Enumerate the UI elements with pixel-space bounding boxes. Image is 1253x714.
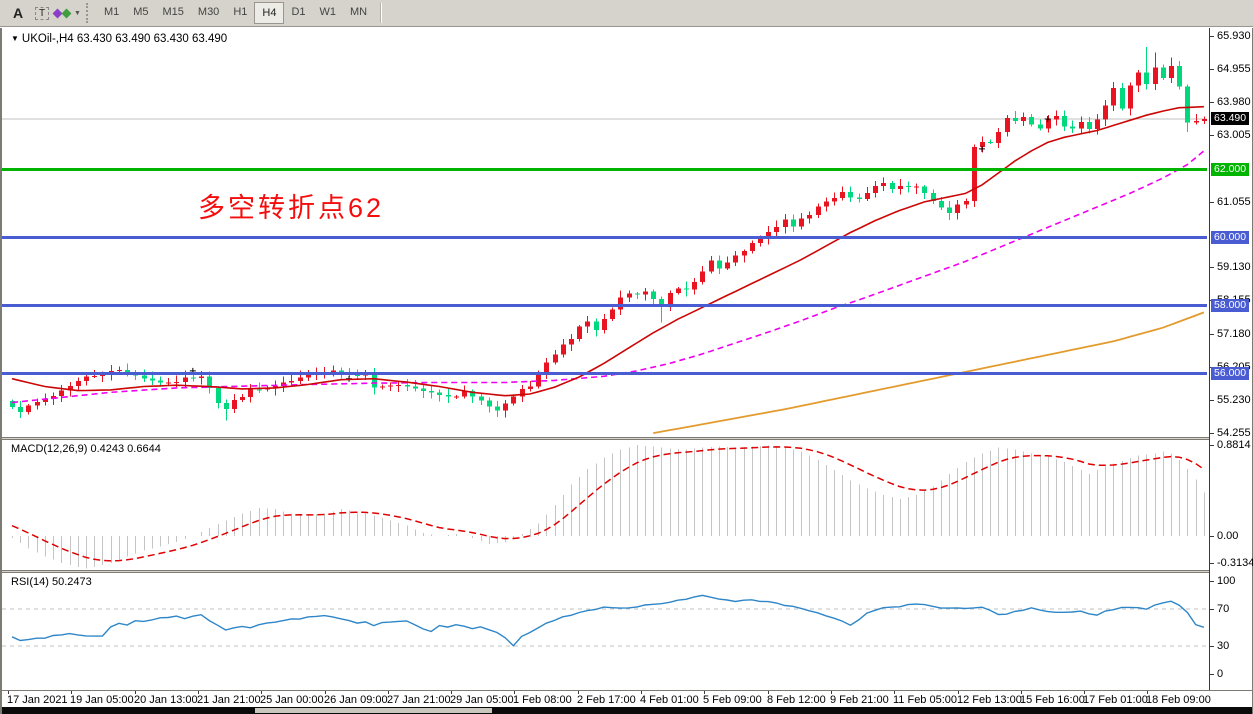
time-tick-label: 9 Feb 21:00 xyxy=(830,694,889,706)
label-tool-icon: T xyxy=(35,7,49,20)
price-badge-58.000: 58.000 xyxy=(1211,299,1249,312)
price-tick-label: 63.980 xyxy=(1217,96,1251,108)
timeframe-button-h1[interactable]: H1 xyxy=(226,2,254,22)
price-badge-62.000: 62.000 xyxy=(1211,163,1249,176)
axis-tick xyxy=(1210,536,1214,537)
price-pane[interactable] xyxy=(2,28,1209,437)
timeframe-button-mn[interactable]: MN xyxy=(343,2,374,22)
rsi-line xyxy=(12,595,1204,645)
axis-tick xyxy=(1210,581,1214,582)
toolbar-grip[interactable] xyxy=(86,3,90,23)
scrollbar-thumb[interactable] xyxy=(255,708,492,713)
timeframe-button-m15[interactable]: M15 xyxy=(156,2,191,22)
price-tick-label: 55.230 xyxy=(1217,394,1251,406)
rsi-label: RSI(14) 50.2473 xyxy=(11,576,92,588)
time-axis[interactable]: 17 Jan 202119 Jan 05:0020 Jan 13:0021 Ja… xyxy=(2,690,1252,707)
time-tick-label: 11 Feb 05:00 xyxy=(893,694,957,706)
macd-tick-label: -0.3134 xyxy=(1217,557,1253,569)
axis-tick xyxy=(1210,334,1214,335)
price-tick-label: 61.055 xyxy=(1217,196,1251,208)
macd-pane[interactable] xyxy=(2,440,1209,570)
macd-signal-line xyxy=(12,447,1204,561)
ma-red-line xyxy=(12,107,1204,396)
time-tick-label: 25 Jan 00:00 xyxy=(260,694,324,706)
time-tick-label: 2 Feb 17:00 xyxy=(577,694,636,706)
axis-tick xyxy=(1210,609,1214,610)
price-badge-60.000: 60.000 xyxy=(1211,231,1249,244)
macd-label: MACD(12,26,9) 0.4243 0.6644 xyxy=(11,443,161,455)
axis-tick xyxy=(1210,69,1214,70)
macd-histogram xyxy=(13,445,1205,568)
time-tick-label: 21 Jan 21:00 xyxy=(197,694,261,706)
timeframe-toolbar: M1M5M15M30H1H4D1W1MN xyxy=(97,2,374,24)
axis-tick xyxy=(1210,445,1214,446)
bottom-edge-strip xyxy=(2,707,1252,714)
shapes-tool-button[interactable]: ▼ xyxy=(54,3,81,24)
shape-diamond2-icon xyxy=(62,8,72,18)
label-tool-button[interactable]: T xyxy=(30,3,54,24)
time-tick-label: 20 Jan 13:00 xyxy=(134,694,198,706)
timeframe-button-m30[interactable]: M30 xyxy=(191,2,226,22)
chart-annotation-text: 多空转折点62 xyxy=(198,186,384,225)
rsi-tick-label: 0 xyxy=(1217,668,1223,680)
time-tick-label: 17 Jan 2021 xyxy=(7,694,68,706)
symbol-period-label: UKOil-,H4 xyxy=(22,33,74,45)
timeframe-button-m5[interactable]: M5 xyxy=(126,2,155,22)
chart-title: ▼UKOil-,H4 63.430 63.490 63.430 63.490 xyxy=(11,33,227,45)
price-tick-label: 54.255 xyxy=(1217,427,1251,439)
top-toolbar: A T ▼ M1M5M15M30H1H4D1W1MN xyxy=(0,0,1253,27)
rsi-tick-label: 70 xyxy=(1217,603,1229,615)
time-tick-label: 29 Jan 05:00 xyxy=(450,694,514,706)
axis-tick xyxy=(1210,36,1214,37)
time-tick-label: 26 Jan 09:00 xyxy=(324,694,388,706)
timeframe-button-w1[interactable]: W1 xyxy=(313,2,344,22)
timeframe-button-m1[interactable]: M1 xyxy=(97,2,126,22)
price-tick-label: 65.930 xyxy=(1217,30,1251,42)
time-tick-label: 15 Feb 16:00 xyxy=(1020,694,1085,706)
price-badge-63.490: 63.490 xyxy=(1211,112,1249,125)
axis-tick xyxy=(1210,674,1214,675)
collapse-triangle-icon[interactable]: ▼ xyxy=(11,34,19,43)
timeframe-button-h4[interactable]: H4 xyxy=(254,2,284,24)
macd-tick-label: 0.00 xyxy=(1217,530,1238,542)
timeframe-button-d1[interactable]: D1 xyxy=(284,2,312,22)
axis-tick xyxy=(1210,563,1214,564)
time-tick-label: 4 Feb 01:00 xyxy=(640,694,699,706)
time-tick-label: 8 Feb 12:00 xyxy=(767,694,826,706)
time-tick-label: 12 Feb 13:00 xyxy=(957,694,1022,706)
axis-tick xyxy=(1210,102,1214,103)
chevron-down-icon: ▼ xyxy=(74,10,81,17)
axis-tick xyxy=(1210,433,1214,434)
rsi-tick-label: 30 xyxy=(1217,640,1229,652)
time-tick-label: 1 Feb 08:00 xyxy=(513,694,572,706)
time-tick-label: 5 Feb 09:00 xyxy=(703,694,762,706)
toolbar-separator xyxy=(380,3,381,23)
axis-tick xyxy=(1210,135,1214,136)
candles xyxy=(10,47,1207,420)
axis-tick xyxy=(1210,267,1214,268)
price-tick-label: 63.005 xyxy=(1217,129,1251,141)
ohlc-values: 63.430 63.490 63.430 63.490 xyxy=(77,33,227,45)
time-tick-label: 27 Jan 21:00 xyxy=(387,694,451,706)
price-axis[interactable]: 65.93064.95563.98063.00561.05559.13058.1… xyxy=(1209,28,1252,690)
axis-tick xyxy=(1210,646,1214,647)
rsi-pane[interactable] xyxy=(2,573,1209,690)
text-tool-button[interactable]: A xyxy=(6,3,30,24)
time-tick-label: 17 Feb 01:00 xyxy=(1083,694,1148,706)
ma-magenta-line xyxy=(12,151,1204,403)
time-tick-label: 19 Jan 05:00 xyxy=(70,694,134,706)
time-tick-label: 18 Feb 09:00 xyxy=(1146,694,1211,706)
rsi-tick-label: 100 xyxy=(1217,575,1235,587)
price-tick-label: 57.180 xyxy=(1217,328,1251,340)
macd-tick-label: 0.8814 xyxy=(1217,439,1251,451)
chart-window: ▼UKOil-,H4 63.430 63.490 63.430 63.490 多… xyxy=(0,28,1253,714)
axis-tick xyxy=(1210,202,1214,203)
price-tick-label: 59.130 xyxy=(1217,261,1251,273)
price-badge-56.000: 56.000 xyxy=(1211,367,1249,380)
price-tick-label: 64.955 xyxy=(1217,63,1251,75)
axis-tick xyxy=(1210,400,1214,401)
